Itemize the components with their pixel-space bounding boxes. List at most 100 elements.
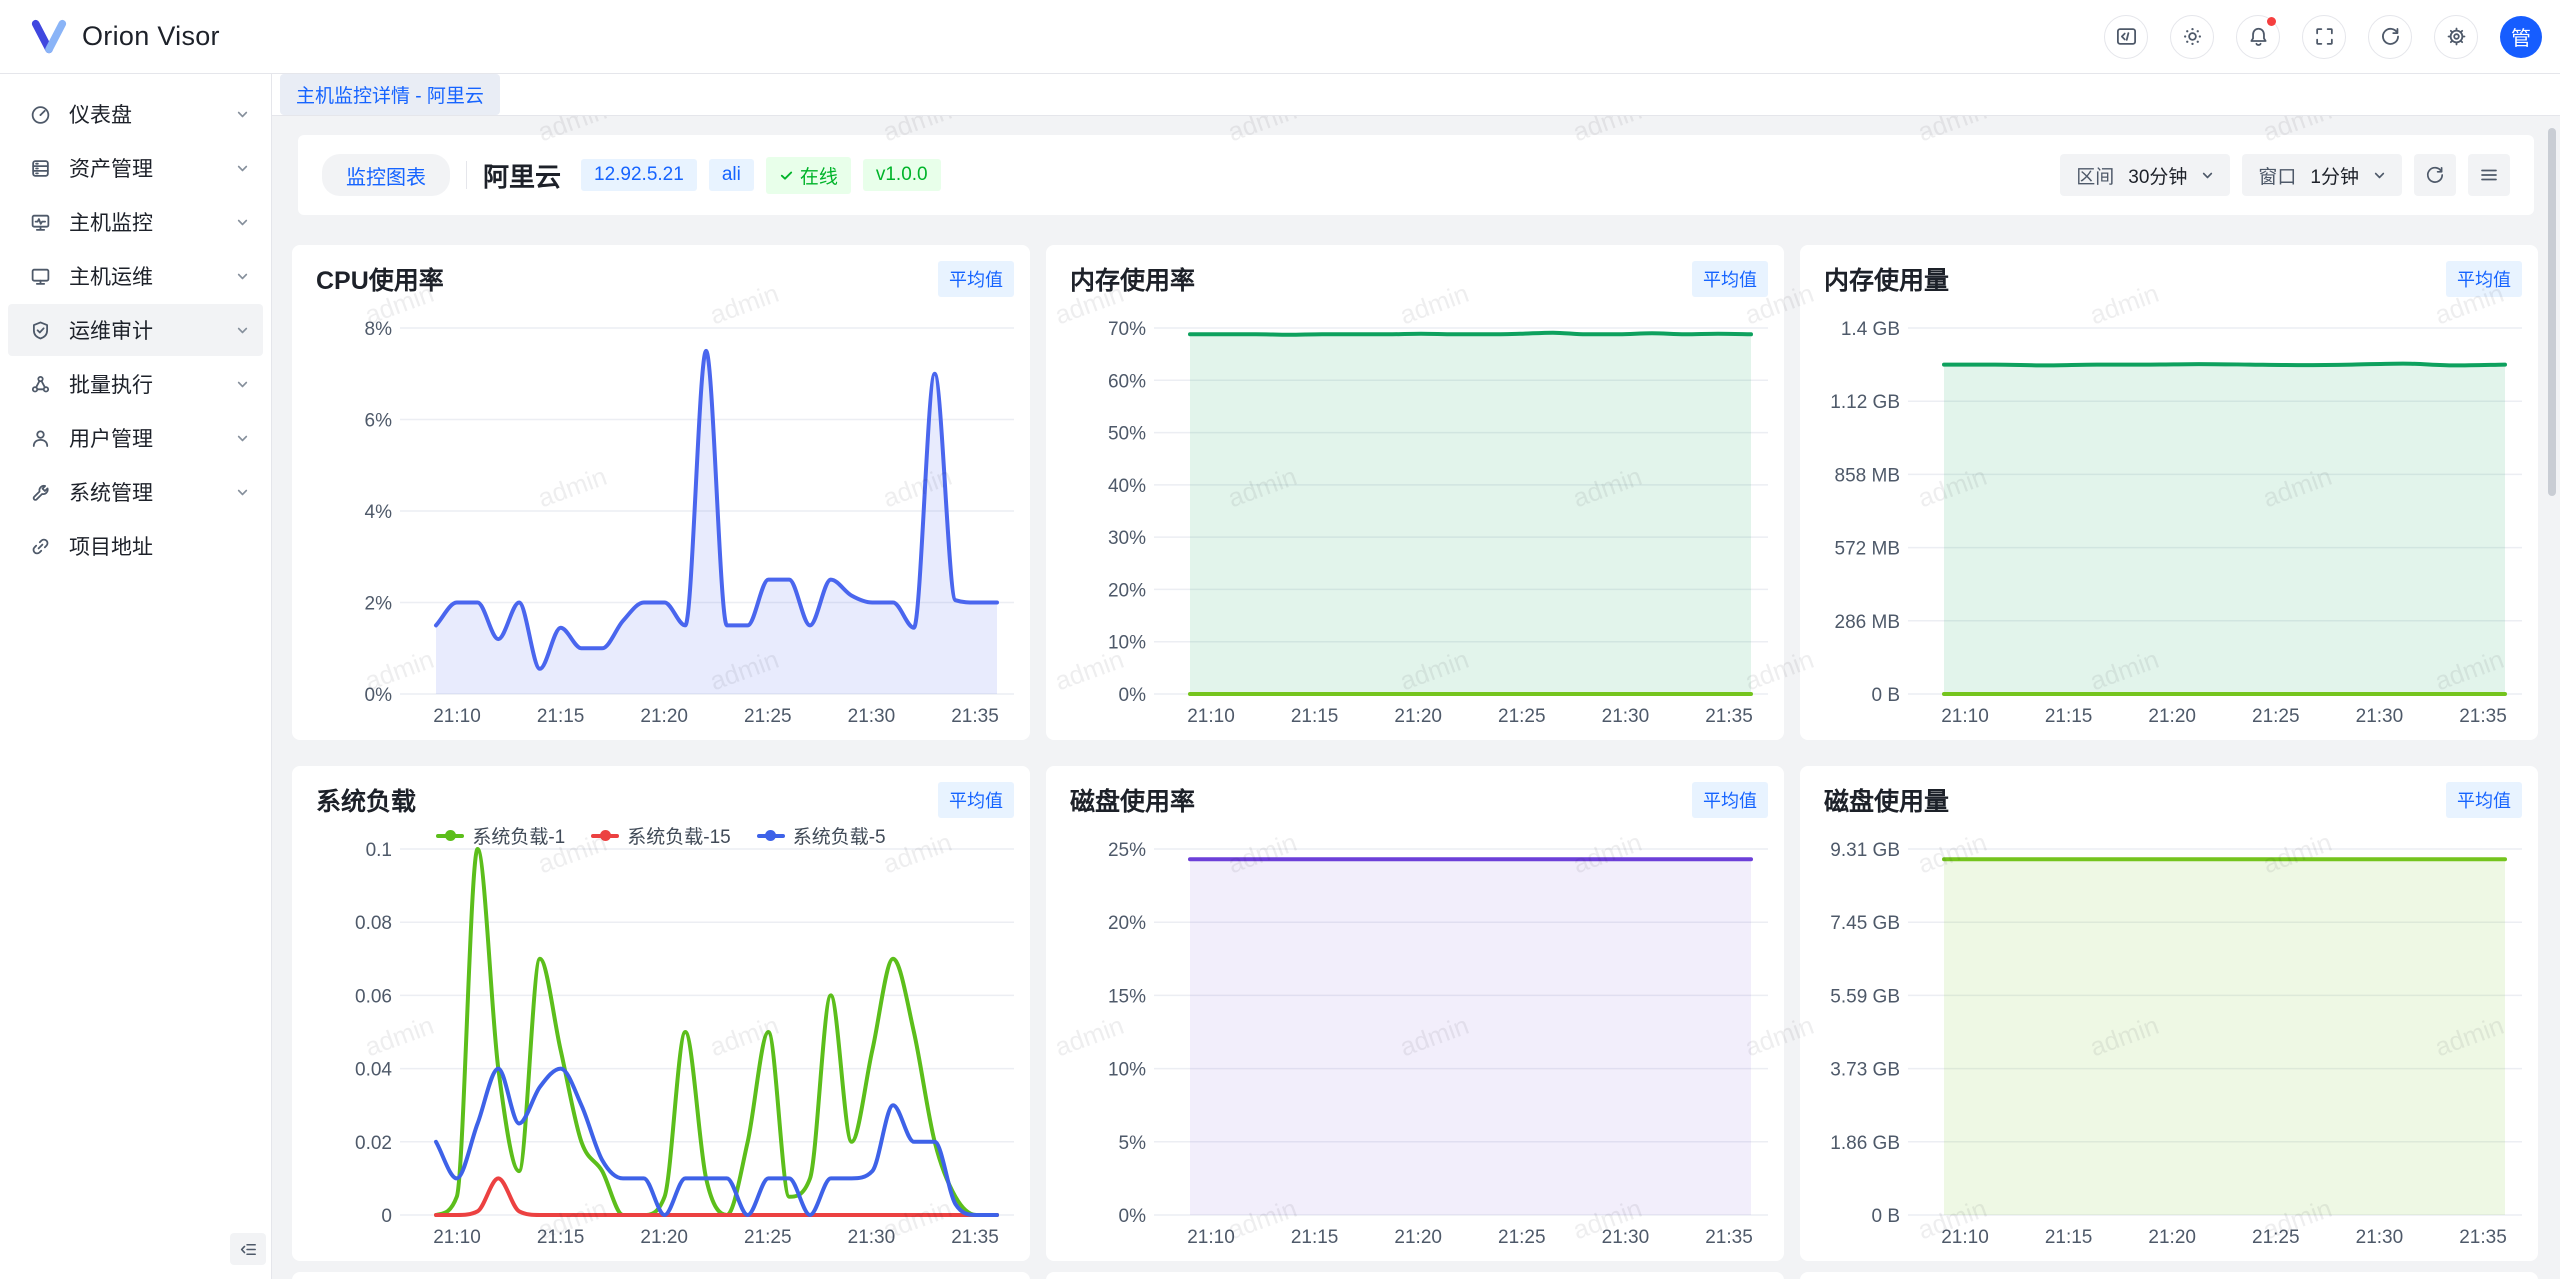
code-icon xyxy=(2116,26,2137,47)
scrollbar-thumb[interactable] xyxy=(2548,128,2556,496)
svg-text:21:20: 21:20 xyxy=(1394,1227,1442,1248)
svg-text:6%: 6% xyxy=(365,411,393,432)
svg-text:0.08: 0.08 xyxy=(355,913,392,934)
svg-text:4%: 4% xyxy=(365,502,393,523)
svg-text:5%: 5% xyxy=(1119,1133,1147,1154)
fullscreen-button[interactable] xyxy=(2302,15,2346,59)
refresh-icon xyxy=(2380,26,2401,47)
svg-text:8%: 8% xyxy=(365,319,393,340)
host-tag: 12.92.5.21 xyxy=(581,159,697,191)
svg-text:21:20: 21:20 xyxy=(2148,1227,2196,1248)
svg-text:21:10: 21:10 xyxy=(1187,706,1235,727)
average-badge: 平均值 xyxy=(2446,782,2522,818)
link-icon xyxy=(30,536,51,557)
host-tag: v1.0.0 xyxy=(863,159,941,191)
next-row-card-stub xyxy=(1800,1272,2538,1279)
svg-text:15%: 15% xyxy=(1108,986,1146,1007)
svg-text:0%: 0% xyxy=(365,685,393,706)
menu-icon xyxy=(2479,165,2499,185)
chart-card-header: 磁盘使用率平均值 xyxy=(1070,782,1768,818)
sidebar-item-label: 主机监控 xyxy=(69,207,236,237)
sidebar-item-label: 系统管理 xyxy=(69,477,236,507)
assets-icon xyxy=(30,158,51,179)
legend-item[interactable]: 系统负载-15 xyxy=(591,822,730,849)
sidebar-item-label: 运维审计 xyxy=(69,315,236,345)
chart-title: 内存使用量 xyxy=(1824,261,1949,297)
host-info-left: 监控图表 阿里云 12.92.5.21ali在线v1.0.0 xyxy=(322,154,941,196)
svg-text:0: 0 xyxy=(381,1206,392,1227)
window-select[interactable]: 窗口 1分钟 xyxy=(2242,154,2402,196)
chart-plot-memory-usage-amount[interactable]: 1.4 GB1.12 GB858 MB572 MB286 MB0 B21:102… xyxy=(1800,245,2538,740)
theme-toggle-button[interactable] xyxy=(2170,15,2214,59)
window-value: 1分钟 xyxy=(2310,162,2359,189)
chart-plot-disk-usage-rate[interactable]: 25%20%15%10%5%0%21:1021:1521:2021:2521:3… xyxy=(1046,766,1784,1261)
chart-card-header: CPU使用率平均值 xyxy=(316,261,1014,297)
svg-text:21:15: 21:15 xyxy=(1291,706,1339,727)
notifications-button[interactable] xyxy=(2236,15,2280,59)
svg-text:10%: 10% xyxy=(1108,633,1146,654)
svg-text:858 MB: 858 MB xyxy=(1835,465,1900,486)
chart-config-button[interactable] xyxy=(2468,154,2510,196)
svg-text:21:20: 21:20 xyxy=(640,1227,688,1248)
svg-text:60%: 60% xyxy=(1108,371,1146,392)
refresh-button[interactable] xyxy=(2368,15,2412,59)
refresh-charts-button[interactable] xyxy=(2414,154,2456,196)
content-area: 监控图表 阿里云 12.92.5.21ali在线v1.0.0 区间 30分钟 窗… xyxy=(272,116,2560,1279)
svg-text:21:25: 21:25 xyxy=(2252,1227,2300,1248)
svg-text:21:35: 21:35 xyxy=(951,1227,999,1248)
bell-icon xyxy=(2248,26,2269,47)
batch-icon xyxy=(30,374,51,395)
sidebar-item-users[interactable]: 用户管理 xyxy=(8,412,263,464)
legend-item[interactable]: 系统负载-5 xyxy=(757,822,886,849)
system-icon xyxy=(30,482,51,503)
svg-text:0%: 0% xyxy=(1119,1206,1147,1227)
sidebar-item-link[interactable]: 项目地址 xyxy=(8,520,263,572)
tab-host-monitor-detail[interactable]: 主机监控详情 - 阿里云 xyxy=(280,74,500,115)
svg-text:3.73 GB: 3.73 GB xyxy=(1830,1060,1900,1081)
chart-card-disk-usage-rate: 磁盘使用率平均值25%20%15%10%5%0%21:1021:1521:202… xyxy=(1046,766,1784,1261)
svg-text:21:30: 21:30 xyxy=(848,706,896,727)
sidebar-item-dashboard[interactable]: 仪表盘 xyxy=(8,88,263,140)
host-monitor-icon xyxy=(30,212,51,233)
sidebar-item-label: 仪表盘 xyxy=(69,99,236,129)
sidebar-item-audit[interactable]: 运维审计 xyxy=(8,304,263,356)
svg-text:21:15: 21:15 xyxy=(537,706,585,727)
chart-title: 内存使用率 xyxy=(1070,261,1195,297)
svg-text:21:30: 21:30 xyxy=(1602,706,1650,727)
svg-text:21:30: 21:30 xyxy=(1602,1227,1650,1248)
interval-select[interactable]: 区间 30分钟 xyxy=(2060,154,2230,196)
monitor-chart-button[interactable]: 监控图表 xyxy=(322,154,450,196)
sidebar-menu: 仪表盘资产管理主机监控主机运维运维审计批量执行用户管理系统管理项目地址 xyxy=(0,88,271,572)
sidebar-item-assets[interactable]: 资产管理 xyxy=(8,142,263,194)
app-logo: Orion Visor xyxy=(30,19,220,55)
chart-card-memory-usage-amount: 内存使用量平均值1.4 GB1.12 GB858 MB572 MB286 MB0… xyxy=(1800,245,2538,740)
svg-text:21:35: 21:35 xyxy=(2459,706,2507,727)
brand-v-icon xyxy=(30,19,68,55)
sidebar-item-label: 项目地址 xyxy=(69,531,249,561)
svg-text:40%: 40% xyxy=(1108,476,1146,497)
user-avatar[interactable]: 管 xyxy=(2500,16,2542,58)
host-ops-icon xyxy=(30,266,51,287)
sidebar-item-batch[interactable]: 批量执行 xyxy=(8,358,263,410)
chart-legend: 系统负载-1 系统负载-15 系统负载-5 xyxy=(292,822,1030,849)
svg-text:70%: 70% xyxy=(1108,319,1146,340)
legend-item[interactable]: 系统负载-1 xyxy=(436,822,565,849)
sidebar-collapse-button[interactable] xyxy=(230,1233,266,1265)
chart-plot-cpu-usage[interactable]: 8%6%4%2%0%21:1021:1521:2021:2521:3021:35 xyxy=(292,245,1030,740)
sidebar-item-system[interactable]: 系统管理 xyxy=(8,466,263,518)
svg-text:21:20: 21:20 xyxy=(1394,706,1442,727)
code-editor-button[interactable] xyxy=(2104,15,2148,59)
svg-text:21:35: 21:35 xyxy=(1705,706,1753,727)
sidebar-item-host-ops[interactable]: 主机运维 xyxy=(8,250,263,302)
sidebar-item-host-monitor[interactable]: 主机监控 xyxy=(8,196,263,248)
chart-plot-memory-usage-rate[interactable]: 70%60%50%40%30%20%10%0%21:1021:1521:2021… xyxy=(1046,245,1784,740)
svg-text:21:10: 21:10 xyxy=(433,1227,481,1248)
svg-text:21:35: 21:35 xyxy=(2459,1227,2507,1248)
chart-card-header: 磁盘使用量平均值 xyxy=(1824,782,2522,818)
svg-text:50%: 50% xyxy=(1108,424,1146,445)
svg-text:21:25: 21:25 xyxy=(1498,1227,1546,1248)
svg-text:21:20: 21:20 xyxy=(2148,706,2196,727)
legend-label: 系统负载-1 xyxy=(472,822,565,849)
chart-plot-disk-usage-amount[interactable]: 9.31 GB7.45 GB5.59 GB3.73 GB1.86 GB0 B21… xyxy=(1800,766,2538,1261)
settings-button[interactable] xyxy=(2434,15,2478,59)
